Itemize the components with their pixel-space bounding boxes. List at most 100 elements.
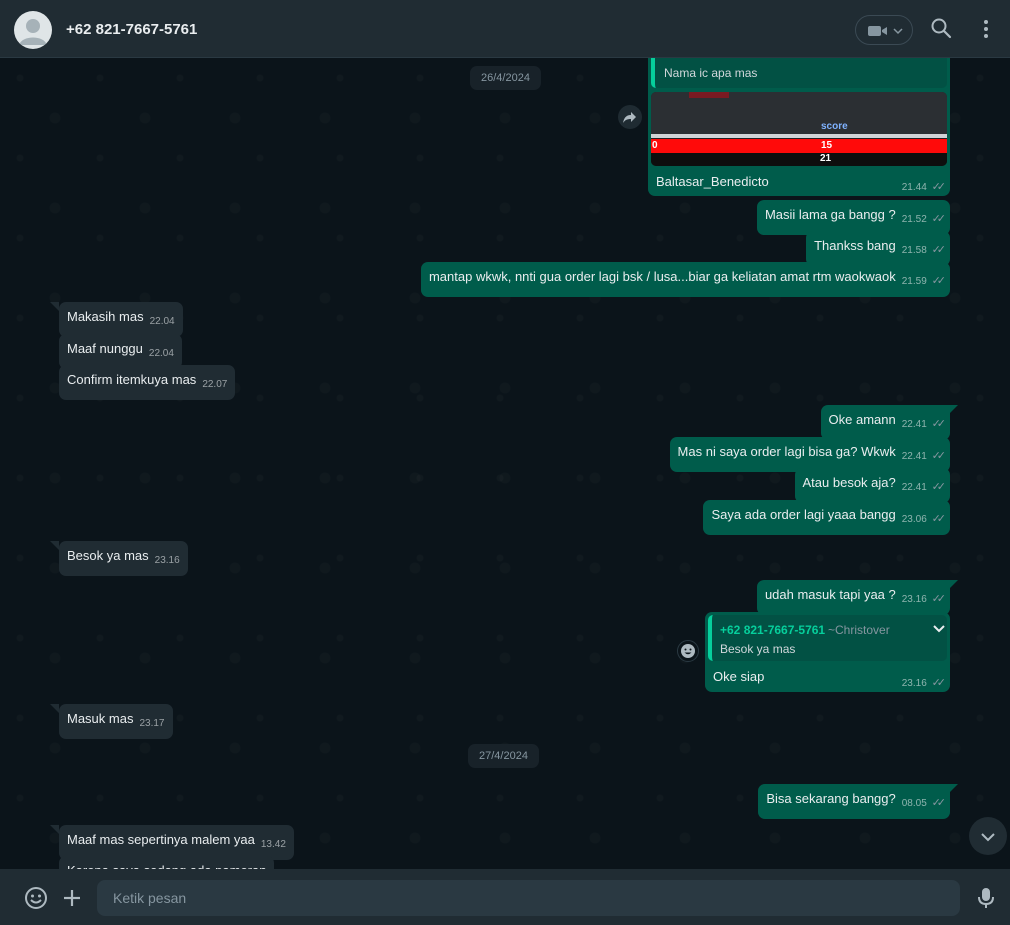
message-text: mantap wkwk, nnti gua order lagi bsk / l… <box>428 269 896 284</box>
message-text: udah masuk tapi yaa ? <box>764 587 896 602</box>
quoted-sender-alias: ~Christover <box>828 623 890 637</box>
outgoing-message[interactable]: Oke amann 22.41 ✓✓ <box>820 405 950 440</box>
quoted-message[interactable]: Nama ic apa mas <box>651 58 947 88</box>
bubble-tail <box>50 302 59 311</box>
incoming-message[interactable]: Makasih mas 22.04 <box>59 302 183 337</box>
emoji-icon[interactable] <box>24 886 48 910</box>
bubble-tail <box>50 825 59 834</box>
date-separator: 26/4/2024 <box>470 66 541 90</box>
message-time: 23.06 <box>901 514 927 525</box>
screenshot-bar-value: 15 <box>821 140 833 151</box>
message-text: Saya ada order lagi yaaa bangg <box>711 507 896 522</box>
message-time: 22.41 <box>901 419 927 430</box>
outgoing-message[interactable]: Saya ada order lagi yaaa bangg 23.06 ✓✓ <box>703 500 950 535</box>
read-ticks-icon: ✓✓ <box>931 593 947 605</box>
screenshot-red-element <box>689 92 729 98</box>
incoming-message[interactable]: Karena saya sedang ada pameran <box>59 856 275 869</box>
message-time: 22.41 <box>901 451 927 462</box>
message-time: 23.16 <box>901 594 927 605</box>
screenshot-red-bar: 0 15 <box>651 139 947 153</box>
incoming-message[interactable]: Maaf mas sepertinya malem yaa 13.42 <box>59 825 294 860</box>
message-meta: 23.16 ✓✓ <box>902 676 947 689</box>
message-text: Maaf nunggu <box>67 341 143 356</box>
incoming-message[interactable]: Masuk mas 23.17 <box>59 704 173 739</box>
screenshot-divider <box>651 134 947 138</box>
message-text: Confirm itemkuya mas <box>67 372 197 387</box>
quoted-sender-number: +62 821-7667-5761 <box>720 623 826 637</box>
image-message[interactable]: Nama ic apa mas score 0 15 21 Baltasar_B… <box>648 58 950 196</box>
outgoing-message[interactable]: mantap wkwk, nnti gua order lagi bsk / l… <box>420 262 950 297</box>
chevron-down-icon[interactable] <box>931 621 947 637</box>
message-time: 21.58 <box>901 245 927 256</box>
avatar-icon[interactable] <box>14 11 52 49</box>
chat-messages-area[interactable]: 26/4/2024 Nama ic apa mas score 0 15 21 … <box>0 58 1010 869</box>
screenshot-bottom-bar: 21 <box>651 153 947 166</box>
read-ticks-icon: ✓✓ <box>931 275 947 287</box>
video-call-button[interactable] <box>855 15 913 45</box>
read-ticks-icon: ✓✓ <box>931 450 947 462</box>
outgoing-message[interactable]: Mas ni saya order lagi bisa ga? Wkwk 22.4… <box>669 437 950 472</box>
screenshot-left-value: 0 <box>652 140 658 151</box>
contact-name[interactable]: +62 821-7667-5761 <box>66 21 197 38</box>
message-time: 23.17 <box>139 718 165 729</box>
scroll-to-bottom-button[interactable] <box>969 817 1007 855</box>
chevron-down-icon <box>981 833 995 842</box>
bubble-tail <box>50 704 59 713</box>
react-button[interactable] <box>677 640 699 662</box>
incoming-message[interactable]: Besok ya mas 23.16 <box>59 541 188 576</box>
message-meta: 22.41 ✓✓ <box>901 472 946 503</box>
message-meta: 23.16 ✓✓ <box>901 584 947 615</box>
video-call-icon <box>868 26 903 36</box>
message-time: 21.52 <box>901 214 927 225</box>
microphone-icon[interactable] <box>976 886 996 910</box>
smiley-icon <box>681 644 695 658</box>
message-text: Oke siap <box>713 669 765 684</box>
message-text: Makasih mas <box>67 309 144 324</box>
outgoing-message[interactable]: udah masuk tapi yaa ? 23.16 ✓✓ <box>756 580 950 615</box>
search-icon[interactable] <box>930 17 952 39</box>
read-ticks-icon: ✓✓ <box>931 677 947 689</box>
outgoing-message[interactable]: Thankss bang 21.58 ✓✓ <box>806 231 950 266</box>
image-attachment[interactable]: score 0 15 21 <box>651 92 947 166</box>
read-ticks-icon: ✓✓ <box>931 418 947 430</box>
message-time: 21.44 <box>901 182 927 193</box>
quoted-text: Besok ya mas <box>720 642 796 656</box>
outgoing-message[interactable]: Bisa sekarang bangg? 08.05 ✓✓ <box>758 784 950 819</box>
read-ticks-icon: ✓✓ <box>931 181 947 193</box>
reply-message[interactable]: +62 821-7667-5761 ~Christover Besok ya m… <box>705 612 950 692</box>
outgoing-message[interactable]: Masii lama ga bangg ? 21.52 ✓✓ <box>756 200 950 235</box>
incoming-message[interactable]: Confirm itemkuya mas 22.07 <box>59 365 236 400</box>
bubble-tail <box>949 580 958 589</box>
screenshot-bottom-value: 21 <box>820 153 832 164</box>
screenshot-score-label: score <box>821 121 848 132</box>
message-text: Thankss bang <box>814 238 896 253</box>
bubble-tail <box>949 784 958 793</box>
message-text: Masuk mas <box>67 711 134 726</box>
message-time: 23.16 <box>154 555 180 566</box>
read-ticks-icon: ✓✓ <box>931 513 947 525</box>
read-ticks-icon: ✓✓ <box>931 213 947 225</box>
bubble-tail <box>949 405 958 414</box>
message-input[interactable] <box>97 880 960 916</box>
forward-icon <box>623 112 636 123</box>
quoted-message[interactable]: +62 821-7667-5761 ~Christover Besok ya m… <box>708 615 947 661</box>
date-separator: 27/4/2024 <box>468 744 539 768</box>
incoming-message[interactable]: Maaf nunggu 22.04 <box>59 334 182 369</box>
message-time: 22.41 <box>901 482 927 493</box>
message-time: 22.07 <box>202 379 228 390</box>
read-ticks-icon: ✓✓ <box>931 244 947 256</box>
menu-icon[interactable] <box>976 17 996 39</box>
message-meta: 21.59 ✓✓ <box>901 266 947 297</box>
message-time: 22.04 <box>149 316 175 327</box>
message-text: Karena saya sedang ada pameran <box>67 856 266 869</box>
message-text: Besok ya mas <box>67 548 149 563</box>
message-time: 21.59 <box>901 276 927 287</box>
attach-plus-icon[interactable] <box>61 887 83 909</box>
outgoing-message[interactable]: Atau besok aja? 22.41 ✓✓ <box>794 468 950 503</box>
read-ticks-icon: ✓✓ <box>931 797 947 809</box>
message-text: Atau besok aja? <box>802 475 896 490</box>
message-text: Oke amann <box>828 412 896 427</box>
whatsapp-chat-window: +62 821-7667-5761 26/4/2024 Nama ic apa … <box>0 0 1010 925</box>
forward-button[interactable] <box>618 105 642 129</box>
image-caption: Baltasar_Benedicto <box>656 174 769 189</box>
